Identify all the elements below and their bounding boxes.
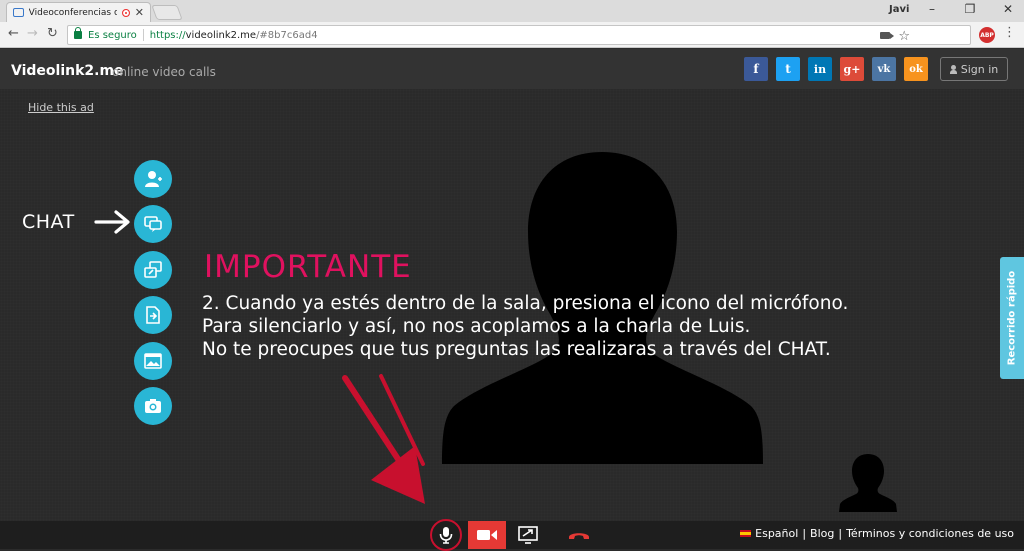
url-protocol: https:// [149, 29, 186, 41]
camera-permission-icon[interactable] [880, 32, 894, 39]
forward-icon[interactable]: → [27, 26, 38, 41]
important-heading: IMPORTANTE [204, 249, 412, 285]
hide-ad-link[interactable]: Hide this ad [28, 101, 94, 114]
restore-icon[interactable]: ❐ [956, 2, 984, 16]
hang-up-button[interactable] [564, 521, 594, 549]
url-path: /#8b7c6ad4 [256, 29, 318, 41]
chat-annotation-label: CHAT [22, 211, 75, 233]
microphone-highlight-ring [430, 519, 462, 551]
call-controls-bar: Español | Blog | Términos y condiciones … [0, 521, 1024, 549]
add-user-icon [145, 171, 162, 187]
file-share-button[interactable] [134, 296, 172, 334]
image-icon [144, 353, 162, 369]
sign-in-button[interactable]: Sign in [940, 57, 1008, 81]
reload-icon[interactable]: ↻ [47, 26, 58, 41]
chat-icon [144, 216, 162, 232]
lock-icon [74, 27, 82, 39]
recording-icon [122, 8, 130, 17]
fullscreen-button[interactable] [515, 521, 541, 549]
back-icon[interactable]: ← [8, 26, 19, 41]
pointer-arrow-icon [342, 374, 425, 504]
odnoklassniki-icon[interactable]: ok [904, 57, 928, 81]
twitter-icon[interactable]: t [776, 57, 800, 81]
bookmark-star-icon[interactable]: ☆ [898, 29, 910, 44]
video-favicon-icon [13, 8, 24, 17]
secure-label: Es seguro [88, 29, 137, 41]
snapshot-button[interactable] [134, 387, 172, 425]
language-link[interactable]: Español [755, 527, 798, 540]
video-camera-icon [477, 530, 497, 540]
chat-button[interactable] [134, 205, 172, 243]
spain-flag-icon [740, 530, 752, 537]
add-participant-button[interactable] [134, 160, 172, 198]
close-tab-icon[interactable]: ✕ [135, 6, 144, 19]
quick-tour-tab[interactable]: Recorrido rápido [1000, 257, 1024, 379]
google-plus-icon[interactable]: g+ [840, 57, 864, 81]
camera-toggle-button[interactable] [468, 521, 506, 549]
footer-links: Español | Blog | Términos y condiciones … [740, 527, 1014, 540]
video-stage: Hide this ad CHAT IMPORTANTE 2. Cuando y… [0, 89, 1024, 521]
close-window-icon[interactable]: ✕ [994, 2, 1022, 16]
file-share-icon [146, 306, 160, 324]
linkedin-icon[interactable]: in [808, 57, 832, 81]
browser-menu-icon[interactable]: ⋮ [1003, 25, 1016, 40]
minimize-icon[interactable]: – [918, 2, 946, 16]
fullscreen-icon [518, 526, 538, 544]
browser-tab[interactable]: Videoconferencias on ✕ [6, 2, 151, 22]
facebook-icon[interactable]: f [744, 57, 768, 81]
self-view-silhouette [839, 454, 897, 512]
phone-hangup-icon [569, 533, 589, 539]
tagline: online video calls [112, 65, 216, 79]
right-arrow-icon [94, 210, 130, 234]
address-input[interactable]: Es seguro https:// videolink2.me /#8b7c6… [67, 25, 971, 45]
browser-tab-bar: Videoconferencias on ✕ Javi – ❐ ✕ [0, 0, 1024, 22]
camera-icon [145, 399, 161, 413]
terms-link[interactable]: Términos y condiciones de uso [846, 527, 1014, 540]
vk-icon[interactable]: vk [872, 57, 896, 81]
tab-title: Videoconferencias on [28, 7, 118, 18]
new-tab-button[interactable] [151, 5, 183, 20]
address-bar-row: ← → ↻ Es seguro https:// videolink2.me /… [0, 22, 1024, 48]
blog-link[interactable]: Blog [810, 527, 834, 540]
background-button[interactable] [134, 342, 172, 380]
user-icon [949, 64, 957, 74]
screen-share-button[interactable] [134, 251, 172, 289]
url-host: videolink2.me [185, 29, 257, 41]
app-header: Videolink2.me online video calls f t in … [0, 49, 1024, 89]
adblock-extension-icon[interactable]: ABP [979, 27, 995, 43]
instruction-text: 2. Cuando ya estés dentro de la sala, pr… [202, 293, 849, 360]
screen-share-icon [144, 261, 162, 278]
profile-name[interactable]: Javi [889, 4, 909, 15]
brand-logo[interactable]: Videolink2.me [11, 63, 124, 79]
